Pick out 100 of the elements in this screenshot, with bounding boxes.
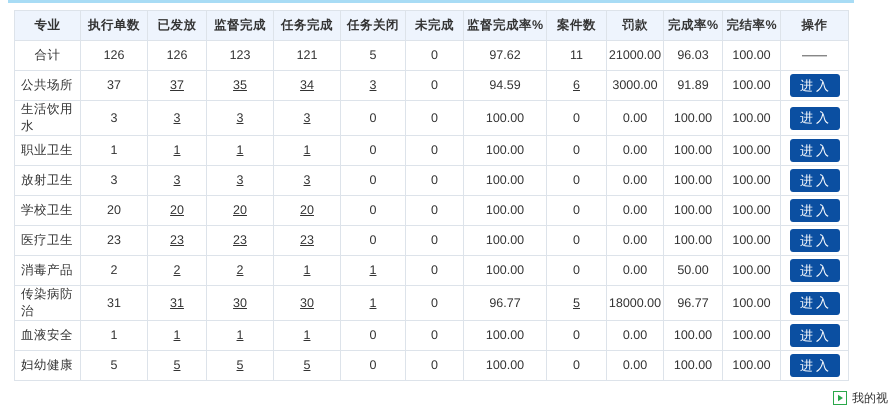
count-link[interactable]: 1 xyxy=(304,328,310,342)
count-link[interactable]: 3 xyxy=(304,173,310,188)
enter-button[interactable]: 进入 xyxy=(790,354,840,377)
table-cell: 100.00 xyxy=(664,136,722,166)
table-cell: 23 xyxy=(80,226,148,256)
count-link[interactable]: 1 xyxy=(236,143,244,158)
count-link[interactable]: 30 xyxy=(300,296,314,310)
table-cell: 96.77 xyxy=(664,286,722,320)
table-cell: 学校卫生 xyxy=(14,196,80,226)
table-cell: 100.00 xyxy=(722,320,780,350)
enter-button[interactable]: 进入 xyxy=(790,292,840,314)
count-link[interactable]: 1 xyxy=(174,328,180,342)
enter-button[interactable]: 进入 xyxy=(790,199,840,222)
play-icon xyxy=(833,390,847,404)
table-cell: 100.00 xyxy=(464,320,546,350)
column-header: 案件数 xyxy=(546,10,606,40)
count-link[interactable]: 23 xyxy=(300,233,314,248)
count-link[interactable]: 3 xyxy=(174,173,180,188)
count-link[interactable]: 31 xyxy=(170,296,184,310)
count-link[interactable]: 3 xyxy=(304,110,310,125)
count-link[interactable]: 20 xyxy=(300,203,314,218)
table-cell: 0.00 xyxy=(606,320,664,350)
table-cell: 96.03 xyxy=(664,40,722,70)
table-cell: 0.00 xyxy=(606,166,664,196)
count-link[interactable]: 2 xyxy=(174,263,180,278)
table-cell: 97.62 xyxy=(464,40,546,70)
enter-button[interactable]: 进入 xyxy=(790,139,840,162)
count-link[interactable]: 1 xyxy=(174,143,180,158)
table-cell: 2 xyxy=(80,256,148,286)
count-link[interactable]: 3 xyxy=(236,110,244,125)
table-cell: 100.00 xyxy=(664,320,722,350)
count-link[interactable]: 1 xyxy=(236,328,244,342)
table-cell: 0 xyxy=(340,100,406,136)
column-header: 监督完成 xyxy=(206,10,274,40)
table-cell: 0 xyxy=(340,196,406,226)
enter-button[interactable]: 进入 xyxy=(790,169,840,192)
column-header: 操作 xyxy=(780,10,848,40)
count-link[interactable]: 35 xyxy=(233,78,247,92)
count-link[interactable]: 5 xyxy=(573,296,580,310)
count-link[interactable]: 1 xyxy=(370,296,376,310)
table-cell: 0 xyxy=(340,136,406,166)
table-cell: 121 xyxy=(274,40,340,70)
table-cell: 100.00 xyxy=(722,256,780,286)
count-link[interactable]: 3 xyxy=(370,78,376,92)
table-cell: 100.00 xyxy=(464,166,546,196)
table-cell: 100.00 xyxy=(464,350,546,380)
table-cell: 126 xyxy=(148,40,206,70)
column-header: 专业 xyxy=(14,10,80,40)
enter-button[interactable]: 进入 xyxy=(790,229,840,252)
table-cell: 0 xyxy=(546,136,606,166)
my-videos-link[interactable]: 我的视 xyxy=(852,388,888,406)
count-link[interactable]: 2 xyxy=(236,263,244,278)
table-cell: 100.00 xyxy=(664,166,722,196)
table-cell: 100.00 xyxy=(722,286,780,320)
enter-button[interactable]: 进入 xyxy=(790,106,840,130)
count-link[interactable]: 20 xyxy=(233,203,247,218)
enter-button[interactable]: 进入 xyxy=(790,324,840,347)
table-cell: 0.00 xyxy=(606,196,664,226)
table-cell: —— xyxy=(780,40,848,70)
count-link[interactable]: 5 xyxy=(236,358,244,372)
count-link[interactable]: 3 xyxy=(236,173,244,188)
table-cell: 0 xyxy=(546,350,606,380)
table-cell: 94.59 xyxy=(464,70,546,100)
table-cell: 传染病防治 xyxy=(14,286,80,320)
table-cell: 96.77 xyxy=(464,286,546,320)
count-link[interactable]: 1 xyxy=(304,143,310,158)
table-cell: 0 xyxy=(340,226,406,256)
table-cell: 100.00 xyxy=(722,70,780,100)
count-link[interactable]: 30 xyxy=(233,296,247,310)
table-cell: 100.00 xyxy=(722,166,780,196)
column-header: 任务完成 xyxy=(274,10,340,40)
column-header: 罚款 xyxy=(606,10,664,40)
count-link[interactable]: 23 xyxy=(233,233,247,248)
table-cell: 0 xyxy=(406,166,464,196)
enter-button[interactable]: 进入 xyxy=(790,74,840,97)
table-cell: 100.00 xyxy=(722,196,780,226)
count-link[interactable]: 20 xyxy=(170,203,184,218)
table-cell: 5 xyxy=(340,40,406,70)
table-cell: 21000.00 xyxy=(606,40,664,70)
table-cell: 0.00 xyxy=(606,100,664,136)
table-cell: 100.00 xyxy=(664,350,722,380)
table-cell: 0.00 xyxy=(606,136,664,166)
count-link[interactable]: 37 xyxy=(170,78,184,92)
table-cell: 0.00 xyxy=(606,226,664,256)
column-header: 执行单数 xyxy=(80,10,148,40)
enter-button[interactable]: 进入 xyxy=(790,259,840,282)
table-cell: 0 xyxy=(546,100,606,136)
count-link[interactable]: 3 xyxy=(174,110,180,125)
table-cell: 50.00 xyxy=(664,256,722,286)
table-cell: 1 xyxy=(80,320,148,350)
count-link[interactable]: 5 xyxy=(304,358,310,372)
count-link[interactable]: 1 xyxy=(304,263,310,278)
count-link[interactable]: 6 xyxy=(573,78,580,92)
table-cell: 0 xyxy=(406,350,464,380)
table-cell: 100.00 xyxy=(722,226,780,256)
count-link[interactable]: 1 xyxy=(370,263,376,278)
table-cell: 医疗卫生 xyxy=(14,226,80,256)
count-link[interactable]: 23 xyxy=(170,233,184,248)
count-link[interactable]: 5 xyxy=(174,358,180,372)
count-link[interactable]: 34 xyxy=(300,78,314,92)
